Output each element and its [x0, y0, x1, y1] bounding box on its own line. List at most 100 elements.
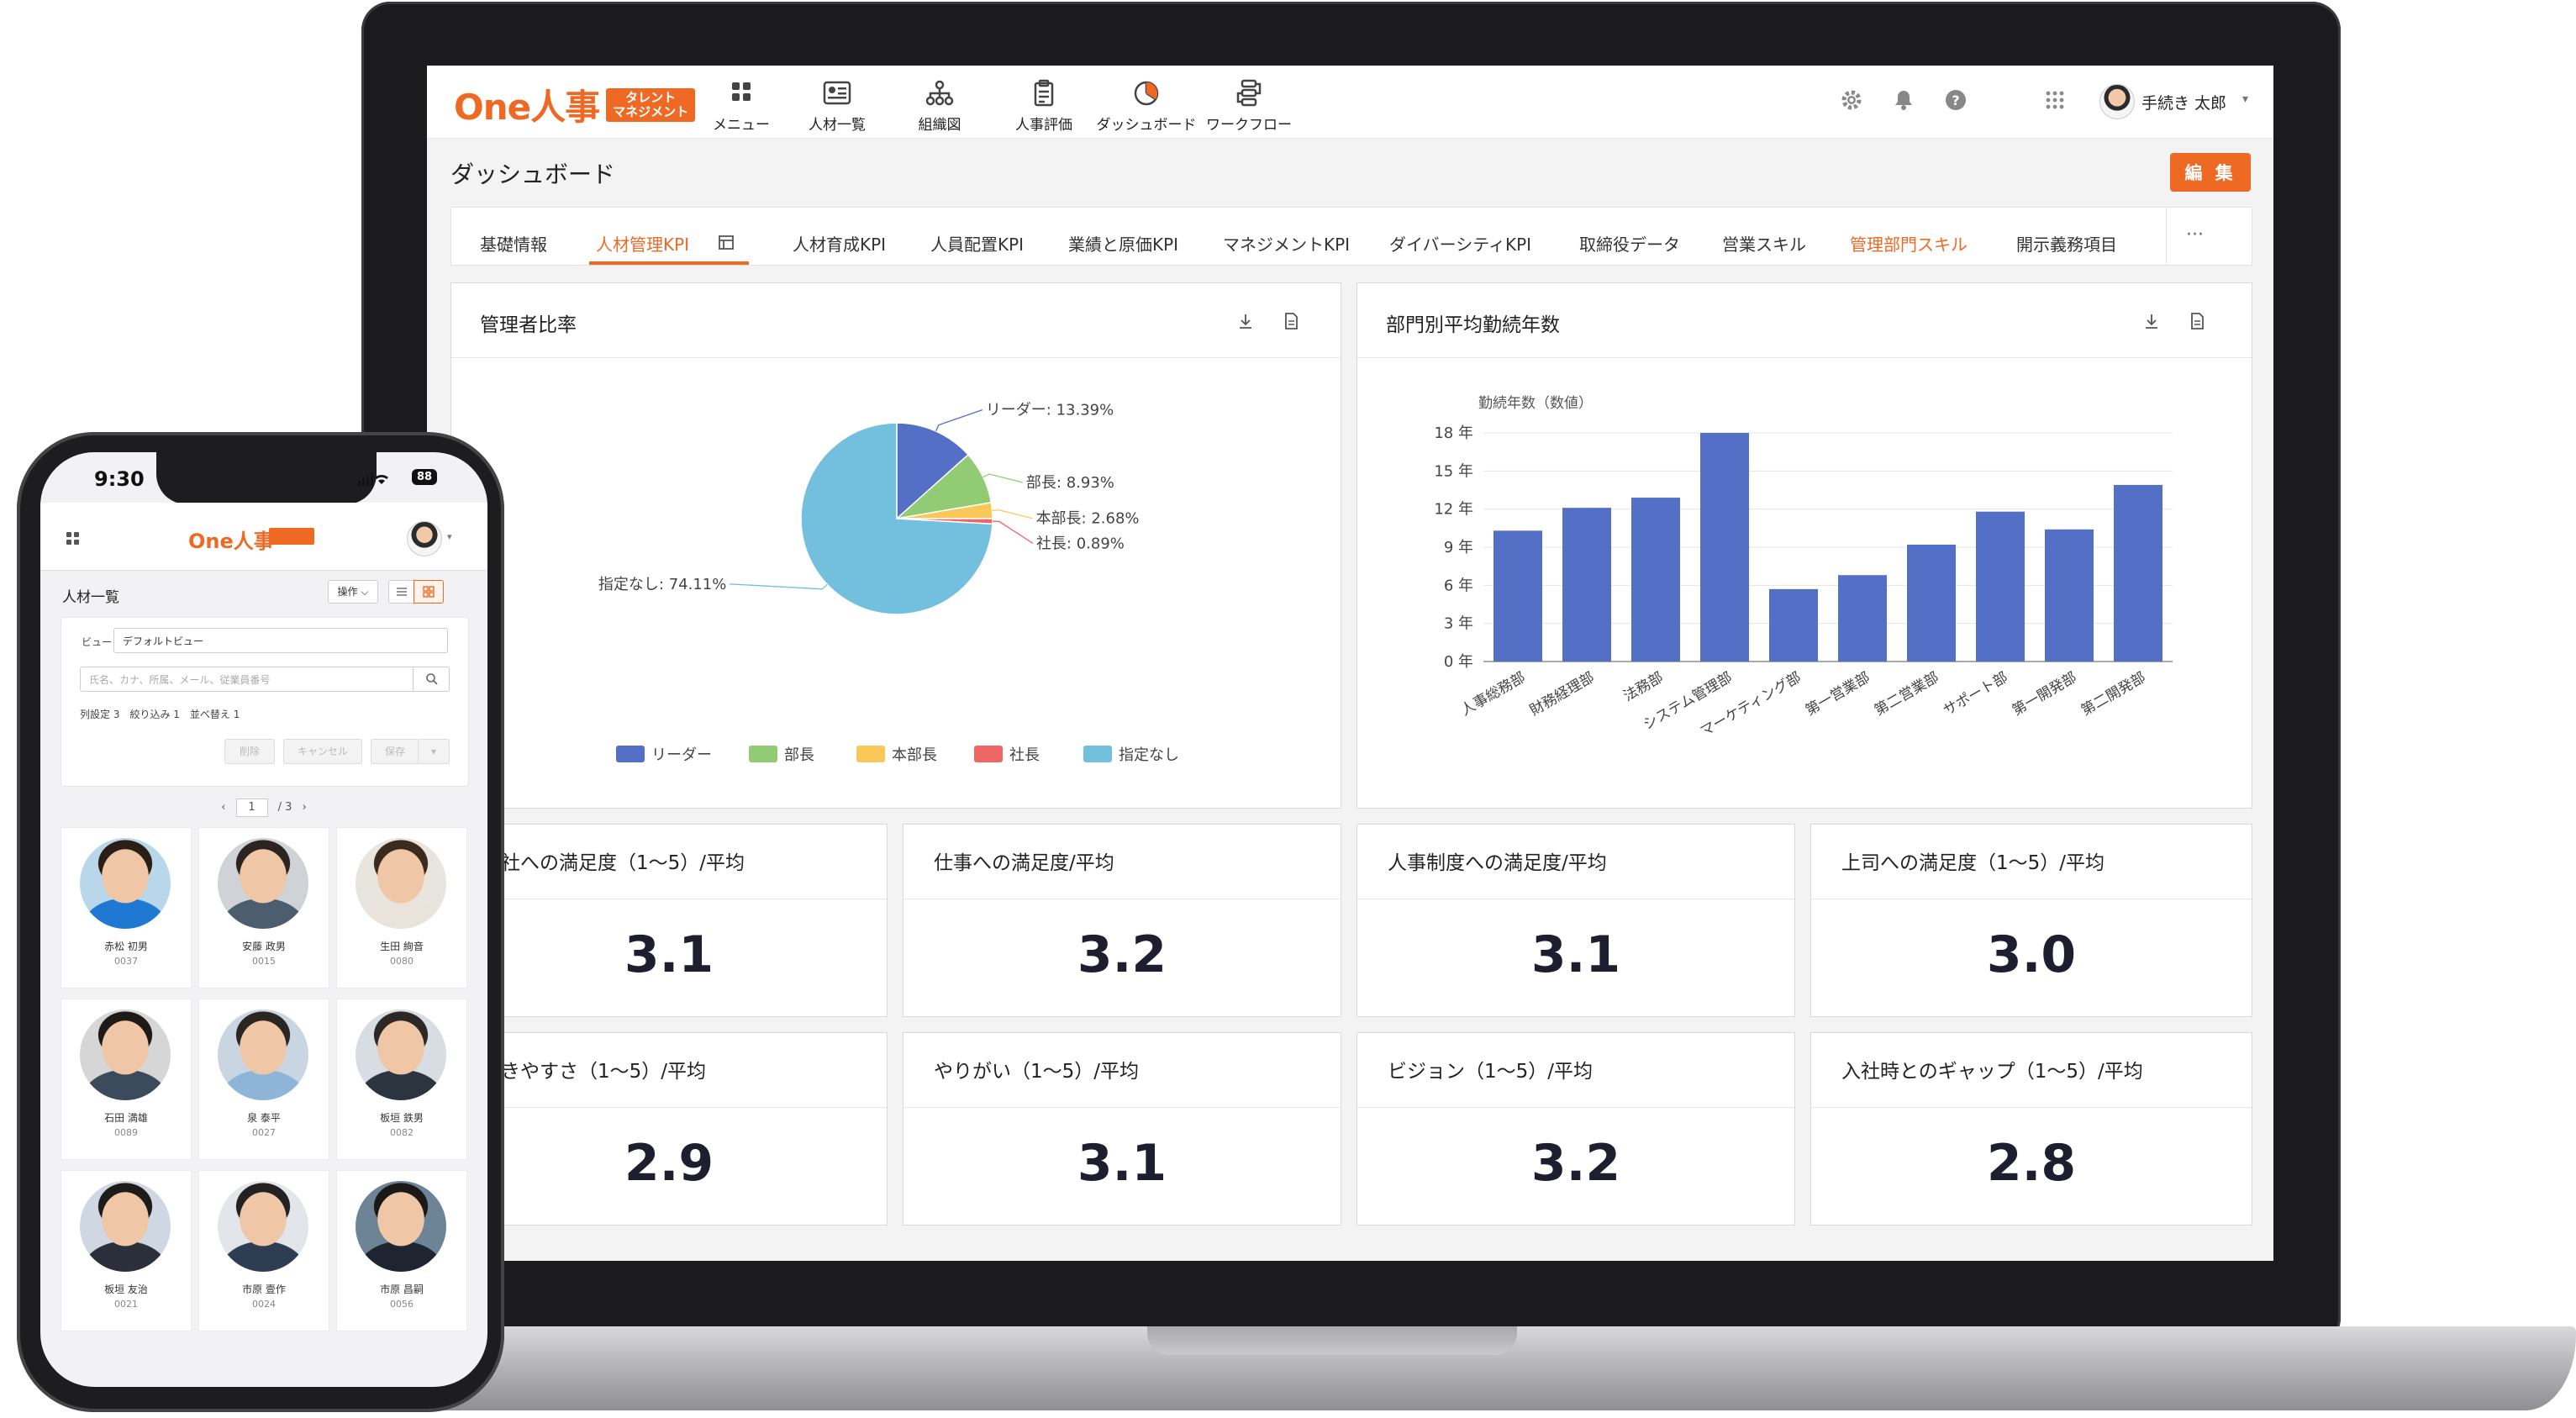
logo-badge: タレント マネジメント — [606, 87, 696, 122]
kpi-divider — [451, 1107, 887, 1108]
employee-name: 泉 泰平 — [247, 1112, 281, 1124]
tab-talent-kpi[interactable]: 人材管理KPI — [596, 231, 689, 256]
nav-talent-list[interactable]: 人材一覧 — [787, 79, 888, 134]
nav-dashboard-label: ダッシュボード — [1096, 117, 1197, 134]
nav-menu[interactable]: メニュー — [691, 79, 792, 134]
bell-icon[interactable] — [1891, 87, 1916, 113]
employee-name: 石田 満雄 — [104, 1112, 148, 1124]
kpi-value: 3.0 — [1986, 925, 2077, 984]
chevron-down-icon[interactable]: ▾ — [447, 531, 452, 542]
employee-id: 0024 — [252, 1299, 276, 1310]
y-tick-label: 3 年 — [1444, 615, 1473, 633]
bar — [1631, 498, 1680, 662]
kpi-value: 2.8 — [1986, 1134, 2077, 1193]
app-logo[interactable]: One人事 タレント マネジメント — [454, 79, 696, 130]
employee-photo — [356, 1009, 446, 1100]
user-name[interactable]: 手続き 太郎 — [2141, 91, 2226, 113]
document-icon[interactable] — [1282, 312, 1300, 330]
pie-data-label: リーダー: 13.39% — [986, 402, 1114, 419]
edit-button[interactable]: 編 集 — [2170, 153, 2251, 192]
apps-grid-icon[interactable] — [2042, 87, 2068, 113]
calendar-icon[interactable] — [717, 233, 735, 251]
pie-label-line — [982, 473, 1024, 483]
view-select[interactable]: デフォルトビュー — [113, 628, 448, 653]
gear-icon[interactable] — [1839, 87, 1864, 113]
nav-evaluation[interactable]: 人事評価 — [993, 79, 1094, 134]
employee-card[interactable]: 板垣 鉄男 0082 — [336, 999, 467, 1160]
list-view-toggle[interactable] — [388, 580, 415, 604]
save-button[interactable]: 保存 — [371, 739, 419, 764]
tab-more-button[interactable]: ··· — [2186, 224, 2204, 245]
y-tick-label: 0 年 — [1444, 653, 1473, 671]
nav-workflow[interactable]: ワークフロー — [1198, 79, 1299, 134]
tab-sales-skill[interactable]: 営業スキル — [1722, 231, 1806, 256]
cancel-button[interactable]: キャンセル — [283, 739, 362, 764]
tab-performance-kpi[interactable]: 業績と原価KPI — [1068, 231, 1178, 256]
filter-stats[interactable]: 列設定 3 絞り込み 1 並べ替え 1 — [80, 707, 240, 721]
mobile-logo[interactable]: One人事 — [188, 525, 274, 554]
grid-icon[interactable] — [66, 531, 81, 546]
org-chart-icon — [925, 80, 954, 106]
app-header: One人事 タレント マネジメント メニュー 人材一覧 組織図 人事評価 ダッシュ… — [427, 66, 2273, 139]
employee-card[interactable]: 泉 泰平 0027 — [198, 999, 329, 1160]
kpi-card: 人事制度への満足度/平均 3.1 — [1356, 824, 1795, 1017]
x-tick-label: 法務部 — [1620, 669, 1666, 705]
tab-placement-kpi[interactable]: 人員配置KPI — [930, 231, 1024, 256]
legend-label: 本部長 — [892, 746, 937, 764]
pager-next-icon[interactable]: › — [303, 801, 307, 814]
x-tick-label: 第一営業部 — [1803, 669, 1873, 720]
mobile-search-input[interactable]: 氏名、カナ、所属、メール、従業員番号 — [80, 667, 450, 692]
employee-id: 0089 — [114, 1127, 138, 1138]
help-icon[interactable]: ? — [1943, 87, 1968, 113]
nav-dashboard[interactable]: ダッシュボード — [1096, 79, 1197, 134]
grid-view-toggle[interactable] — [414, 580, 444, 604]
user-avatar[interactable] — [2099, 84, 2135, 119]
employee-card[interactable]: 市原 壹作 0024 — [198, 1170, 329, 1331]
kpi-value: 3.1 — [624, 925, 714, 984]
pie-label-line — [935, 409, 983, 432]
bar-chart: 勤続年数（数値） 0 年 3 年 6 年 9 年 12 年 15 年 18 年人事総務部財務経… — [1434, 395, 2173, 741]
download-icon[interactable] — [1236, 312, 1255, 330]
employee-card[interactable]: 板垣 友治 0021 — [61, 1170, 192, 1331]
list-icon — [397, 588, 407, 596]
mobile-logo-badge — [269, 528, 314, 545]
kpi-card: 働きやすさ（1〜5）/平均 2.9 — [450, 1032, 888, 1226]
tab-disclosure[interactable]: 開示義務項目 — [2016, 231, 2117, 256]
bar-panel-title: 部門別平均勤続年数 — [1386, 314, 1560, 336]
chevron-down-icon[interactable]: ▾ — [2242, 92, 2248, 106]
workflow-icon — [1236, 79, 1262, 107]
employee-card[interactable]: 生田 絢音 0080 — [336, 827, 467, 988]
mobile-user-avatar[interactable] — [407, 521, 442, 556]
employee-name: 安藤 政男 — [242, 941, 286, 952]
employee-card[interactable]: 石田 満雄 0089 — [61, 999, 192, 1160]
grid-icon — [732, 82, 751, 101]
pie-chart-icon — [1134, 81, 1159, 106]
save-options-button[interactable]: ▾ — [418, 739, 450, 764]
tab-director-data[interactable]: 取締役データ — [1579, 231, 1680, 256]
legend-swatch — [749, 746, 777, 762]
employee-card[interactable]: 安藤 政男 0015 — [198, 827, 329, 988]
tab-diversity-kpi[interactable]: ダイバーシティKPI — [1389, 231, 1531, 256]
pager-prev-icon[interactable]: ‹ — [221, 801, 225, 814]
delete-button[interactable]: 削除 — [224, 739, 275, 764]
employee-name: 生田 絢音 — [380, 941, 424, 952]
download-icon[interactable] — [2142, 312, 2161, 330]
pie-chart: リーダー: 13.39% 部長: 8.93% 本部長: 2.68% 社長: 0.89%… — [598, 402, 1179, 764]
kpi-title: 働きやすさ（1〜5）/平均 — [482, 1061, 707, 1083]
document-icon[interactable] — [2188, 312, 2206, 330]
mobile-ops-dropdown[interactable]: 操作 ⌵ — [328, 580, 378, 604]
kpi-card: やりがい（1〜5）/平均 3.1 — [903, 1032, 1341, 1226]
kpi-divider — [1357, 1107, 1794, 1108]
tab-admin-skill[interactable]: 管理部門スキル — [1850, 231, 1968, 256]
employee-card[interactable]: 市原 昌嗣 0056 — [336, 1170, 467, 1331]
tab-development-kpi[interactable]: 人材育成KPI — [793, 231, 886, 256]
employee-id: 0080 — [390, 956, 414, 967]
nav-org-chart[interactable]: 組織図 — [889, 79, 990, 134]
tab-management-kpi[interactable]: マネジメントKPI — [1223, 231, 1350, 256]
mobile-search-button[interactable] — [413, 667, 450, 692]
pager-input[interactable]: 1 — [235, 799, 268, 817]
kpi-divider — [903, 1107, 1341, 1108]
tab-basic-info[interactable]: 基礎情報 — [480, 231, 547, 256]
employee-card[interactable]: 赤松 初男 0037 — [61, 827, 192, 988]
employee-photo — [218, 1009, 308, 1100]
